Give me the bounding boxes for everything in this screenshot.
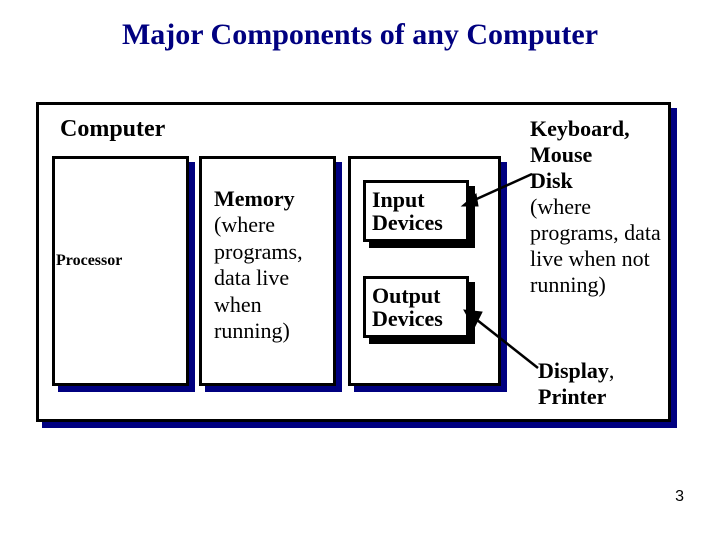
peripherals-bottom-text: Display, Printer (538, 358, 670, 410)
arrow-output-icon (456, 302, 542, 374)
slide-title: Major Components of any Computer (0, 0, 720, 52)
memory-label: Memory (where programs, data live when r… (206, 180, 338, 350)
input-devices-box: Input Devices (363, 180, 469, 242)
output-devices-box: Output Devices (363, 276, 469, 338)
peripherals-top-text: Keyboard, Mouse Disk (where programs, da… (530, 116, 670, 298)
computer-diagram: Computer Processor Memory (where program… (36, 102, 671, 422)
page-number: 3 (675, 488, 684, 506)
arrow-input-icon (456, 172, 534, 212)
input-devices-line2: Devices (372, 211, 460, 234)
output-devices-line2: Devices (372, 307, 460, 330)
computer-label: Computer (60, 116, 165, 143)
output-devices-line1: Output (372, 284, 460, 307)
input-devices-line1: Input (372, 188, 460, 211)
processor-label: Processor (56, 252, 191, 270)
processor-box (52, 156, 189, 386)
